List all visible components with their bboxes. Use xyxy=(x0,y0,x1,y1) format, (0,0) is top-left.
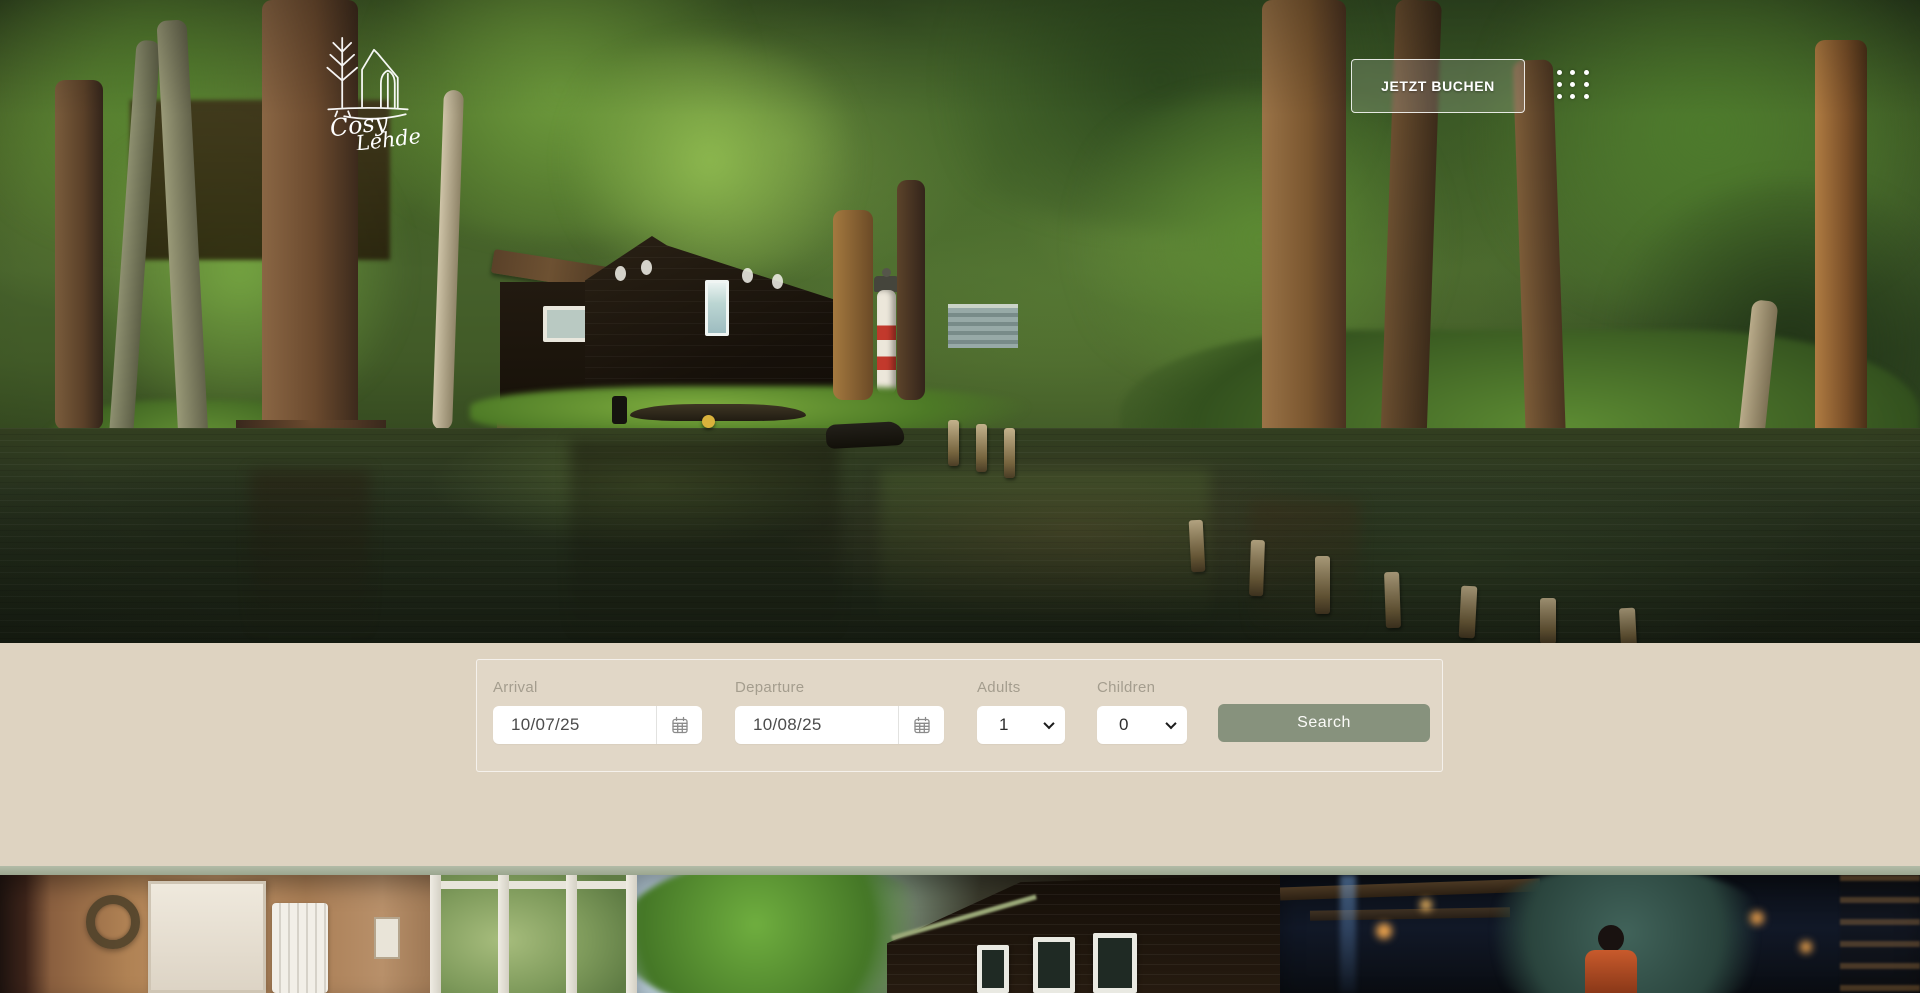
shed-window xyxy=(543,306,589,342)
foliage-blob xyxy=(540,40,880,280)
wooden-piling xyxy=(1249,540,1265,596)
warm-light xyxy=(1800,941,1812,953)
wooden-piling xyxy=(1189,520,1206,573)
wooden-piling xyxy=(1459,586,1478,639)
departure-calendar-button[interactable] xyxy=(898,706,944,744)
wooden-piling xyxy=(948,420,959,466)
house-window xyxy=(977,945,1009,993)
arrival-input-group xyxy=(493,706,702,744)
interior-windows xyxy=(430,875,637,993)
sage-divider xyxy=(0,866,1920,875)
tree-trunk xyxy=(897,180,925,400)
gallery-photo-strip xyxy=(0,875,1920,993)
calendar-icon xyxy=(670,715,690,735)
small-boat xyxy=(825,421,904,449)
decorative-plate xyxy=(772,274,783,289)
departure-field: Departure xyxy=(735,679,944,744)
window-frame xyxy=(430,875,441,993)
decorative-plate xyxy=(615,266,626,281)
booking-section: Arrival xyxy=(0,643,1920,866)
beacon-lamp xyxy=(882,268,891,277)
gallery-photo-night-bar xyxy=(1280,875,1920,993)
water-reflection xyxy=(250,470,370,640)
departure-input-group xyxy=(735,706,944,744)
logo-arch-icon xyxy=(381,71,395,108)
wooden-piling xyxy=(1004,428,1015,478)
children-label: Children xyxy=(1097,679,1187,696)
dark-wood-house xyxy=(887,875,1280,993)
logo-tree-icon xyxy=(327,38,357,107)
gallery-photo-interior xyxy=(0,875,637,993)
cosy-lehde-logo[interactable]: Cosy Lehde xyxy=(312,26,424,150)
booking-search-card: Arrival xyxy=(476,659,1443,772)
background-grey-shed xyxy=(948,304,1018,348)
person-orange-jacket xyxy=(1585,950,1637,993)
radiator xyxy=(272,903,328,993)
logo-house-icon xyxy=(362,50,398,108)
departure-label: Departure xyxy=(735,679,944,696)
adults-field: Adults 1 xyxy=(977,679,1065,744)
departure-date-input[interactable] xyxy=(735,706,898,744)
gallery-photo-exterior xyxy=(637,875,1280,993)
warm-light xyxy=(1376,923,1392,939)
adults-label: Adults xyxy=(977,679,1065,696)
wooden-piling xyxy=(1315,556,1330,614)
window-frame xyxy=(498,875,509,993)
landing-page: Cosy Lehde JETZT BUCHEN Arrival xyxy=(0,0,1920,993)
navigation-beacon-pole xyxy=(877,290,896,394)
adults-select[interactable]: 1 xyxy=(977,706,1065,744)
wooden-piling xyxy=(976,424,987,472)
yellow-buoy xyxy=(702,415,715,428)
house-window xyxy=(705,280,729,336)
house-window xyxy=(1033,937,1075,993)
window-frame xyxy=(566,875,577,993)
children-select[interactable]: 0 xyxy=(1097,706,1187,744)
water-reflection-green xyxy=(880,470,1210,630)
bar-shelves xyxy=(1840,875,1920,993)
adults-value: 1 xyxy=(999,715,1008,735)
white-door xyxy=(148,881,266,993)
warm-light xyxy=(1420,899,1432,911)
search-button[interactable]: Search xyxy=(1218,704,1430,742)
children-field: Children 0 xyxy=(1097,679,1187,744)
wall-wreath xyxy=(86,895,140,949)
tree-trunk xyxy=(55,80,103,430)
arrival-field: Arrival xyxy=(493,679,702,744)
chevron-down-icon xyxy=(1165,718,1176,729)
wooden-piling xyxy=(1540,598,1556,643)
arrival-calendar-button[interactable] xyxy=(656,706,702,744)
person-silhouette-head xyxy=(1598,925,1624,952)
tree-trunk-lit xyxy=(833,210,873,400)
warm-light xyxy=(1750,911,1764,925)
arrival-label: Arrival xyxy=(493,679,702,696)
children-value: 0 xyxy=(1119,715,1128,735)
blue-light-streak xyxy=(1340,875,1356,993)
boat-motor xyxy=(612,396,627,424)
punt-boat xyxy=(630,404,806,421)
water-reflection xyxy=(1250,500,1360,640)
wooden-piling xyxy=(1619,608,1637,643)
chevron-down-icon xyxy=(1043,718,1054,729)
tree-trunk-large xyxy=(1262,0,1346,480)
water-reflection xyxy=(570,440,840,640)
wooden-piling xyxy=(1384,572,1401,628)
decorative-plate xyxy=(641,260,652,275)
decorative-plate xyxy=(742,268,753,283)
window-frame xyxy=(430,881,637,889)
hero-photo-spreewald-canal: Cosy Lehde JETZT BUCHEN xyxy=(0,0,1920,643)
arrival-date-input[interactable] xyxy=(493,706,656,744)
jetzt-buchen-button[interactable]: JETZT BUCHEN xyxy=(1351,59,1525,113)
window-frame xyxy=(626,875,637,993)
house-window xyxy=(1093,933,1137,993)
dots-grid-menu-icon[interactable] xyxy=(1553,66,1593,102)
picture-frame xyxy=(374,917,400,959)
calendar-icon xyxy=(912,715,932,735)
